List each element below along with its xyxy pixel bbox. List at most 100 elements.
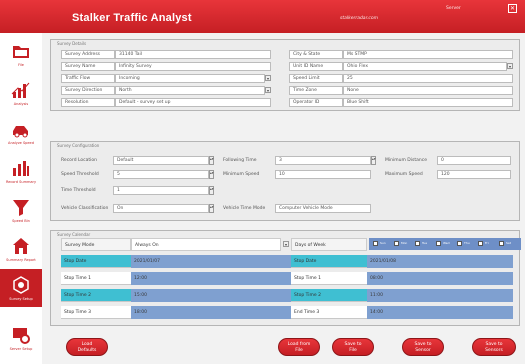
field-label: Speed Limit (289, 74, 343, 83)
field-label: Minimum Distance (385, 158, 427, 163)
chevron-down-icon[interactable]: ▾ (265, 87, 271, 93)
save-to-file-button[interactable]: Save to File (332, 338, 374, 356)
save-to-sensors-button[interactable]: Save to Sensors (472, 338, 516, 356)
day-label: Mon (401, 241, 408, 245)
close-icon[interactable]: ✕ (508, 4, 517, 13)
resolution-input[interactable]: Default - survey set up (115, 98, 271, 107)
survey-name-input[interactable]: Infinity Survey (115, 62, 271, 71)
field-label: Speed Threshold (61, 172, 99, 177)
field-label: Time Zone (289, 86, 343, 95)
load-defaults-button[interactable]: Load Defaults (66, 338, 108, 356)
minimum-distance-input[interactable]: 0 (437, 156, 511, 165)
stepper-icon[interactable]: ▴▾ (209, 156, 214, 165)
sidebar: File Analysis Analyze Speed Record Summa… (0, 33, 42, 364)
field-label: Traffic Flow (61, 74, 115, 83)
end-stop-date-input[interactable]: 2021/01/08 (367, 255, 513, 268)
sidebar-item-file[interactable]: File (0, 35, 42, 73)
day-checkbox-wed[interactable] (436, 241, 441, 246)
end-time-2-input[interactable]: 11:00 (367, 289, 513, 302)
stepper-icon[interactable]: ▴▾ (209, 170, 214, 179)
car-icon (13, 126, 28, 138)
title-bar: Stalker Traffic Analyst stalkerradar.com… (0, 0, 525, 33)
sidebar-item-analysis[interactable]: Analysis (0, 74, 42, 112)
field-label: Record Location (61, 158, 98, 163)
survey-details-panel: Survey Details Survey Address 31140 Tail… (50, 39, 520, 111)
survey-address-input[interactable]: 31140 Tail (115, 50, 271, 59)
traffic-flow-select[interactable]: Incoming (115, 74, 265, 83)
time-threshold-input[interactable]: 1 (113, 186, 209, 195)
calendar-row-label: Stop Time 2 (61, 289, 131, 302)
city-state-input[interactable]: Ms STMP (343, 50, 513, 59)
chevron-down-icon[interactable]: ▾ (283, 241, 289, 247)
record-location-select[interactable]: Default (113, 156, 209, 165)
days-of-week-label: Days of Week (291, 238, 367, 251)
vehicle-time-mode-select[interactable]: Computer Vehicle Mode (275, 204, 371, 213)
sidebar-item-label: Record Summary (5, 180, 37, 184)
day-label: Sun (380, 241, 386, 245)
day-checkbox-tue[interactable] (415, 241, 420, 246)
sidebar-item-label: File (18, 63, 24, 67)
panel-legend: Survey Details (57, 41, 87, 46)
sidebar-item-label: Analysis (13, 102, 29, 106)
stop-time-3-input[interactable]: 18:00 (131, 306, 291, 319)
end-time-1-input[interactable]: 08:00 (367, 272, 513, 285)
stepper-icon[interactable]: ▴▾ (209, 186, 214, 195)
following-time-input[interactable]: 3 (275, 156, 371, 165)
server-menu[interactable]: Server (446, 6, 461, 11)
save-to-sensor-button[interactable]: Save to Sensor (402, 338, 444, 356)
day-checkbox-fri[interactable] (478, 241, 483, 246)
field-label: City & State (289, 50, 343, 59)
day-label: Fri (485, 241, 489, 245)
time-zone-select[interactable]: None (343, 86, 513, 95)
panel-legend: Survey Calendar (57, 232, 91, 237)
maximum-speed-input[interactable]: 120 (437, 170, 511, 179)
funnel-icon (13, 200, 29, 216)
panel-legend: Survey Configuration (57, 143, 100, 148)
sidebar-item-label: Survey Setup (9, 297, 33, 301)
field-label: Unit ID Name (289, 62, 343, 71)
stepper-icon[interactable]: ▴▾ (371, 156, 376, 165)
stepper-icon[interactable]: ▴▾ (209, 204, 214, 213)
chevron-down-icon[interactable]: ▾ (265, 75, 271, 81)
sidebar-item-analyze-speed[interactable]: Analyze Speed (0, 113, 42, 151)
survey-direction-select[interactable]: North (115, 86, 265, 95)
house-icon (13, 238, 29, 254)
calendar-row-label: Stop Date (61, 255, 131, 268)
calendar-row-label: Stop Time 1 (291, 272, 367, 285)
day-checkbox-thu[interactable] (457, 241, 462, 246)
day-label: Tue (422, 241, 428, 245)
end-time-3-input[interactable]: 14:00 (367, 306, 513, 319)
unit-id-select[interactable]: Ohio Flex (343, 62, 507, 71)
field-label: Resolution (61, 98, 115, 107)
calendar-row-label: Stop Time 1 (61, 272, 131, 285)
survey-configuration-panel: Survey Configuration Record Location Def… (50, 141, 520, 221)
field-label: Vehicle Time Mode (223, 206, 266, 211)
minimum-speed-input[interactable]: 10 (275, 170, 371, 179)
days-of-week-checkboxes: Sun Mon Tue Wed Thu Fri Sat (369, 238, 521, 250)
survey-mode-label: Survey Mode (61, 238, 131, 251)
operator-id-input[interactable]: Blue Shift (343, 98, 513, 107)
chevron-down-icon[interactable]: ▾ (507, 63, 513, 69)
sidebar-item-survey-setup[interactable]: Survey Setup (0, 269, 42, 307)
sidebar-item-speed-bin[interactable]: Speed Bin (0, 191, 42, 229)
survey-mode-select[interactable]: Always On (131, 238, 281, 251)
load-from-file-button[interactable]: Load from File (278, 338, 320, 356)
sidebar-item-record-summary[interactable]: Record Summary (0, 152, 42, 190)
day-label: Sat (506, 241, 511, 245)
vehicle-classification-select[interactable]: On (113, 204, 209, 213)
stop-date-input[interactable]: 2021/01/07 (131, 255, 291, 268)
sidebar-item-server-setup[interactable]: Server Setup (0, 319, 42, 357)
bar-chart-icon (13, 161, 29, 176)
day-checkbox-mon[interactable] (394, 241, 399, 246)
chart-icon (11, 82, 30, 98)
sidebar-item-summary-report[interactable]: Summary Report (0, 230, 42, 268)
day-checkbox-sat[interactable] (499, 241, 504, 246)
stop-time-2-input[interactable]: 15:00 (131, 289, 291, 302)
speed-threshold-input[interactable]: 5 (113, 170, 209, 179)
calendar-row-label: End Time 3 (291, 306, 367, 319)
stop-time-1-input[interactable]: 12:00 (131, 272, 291, 285)
day-checkbox-sun[interactable] (373, 241, 378, 246)
folder-icon (13, 46, 29, 58)
main-content: Survey Details Survey Address 31140 Tail… (42, 33, 525, 364)
speed-limit-input[interactable]: 25 (343, 74, 513, 83)
